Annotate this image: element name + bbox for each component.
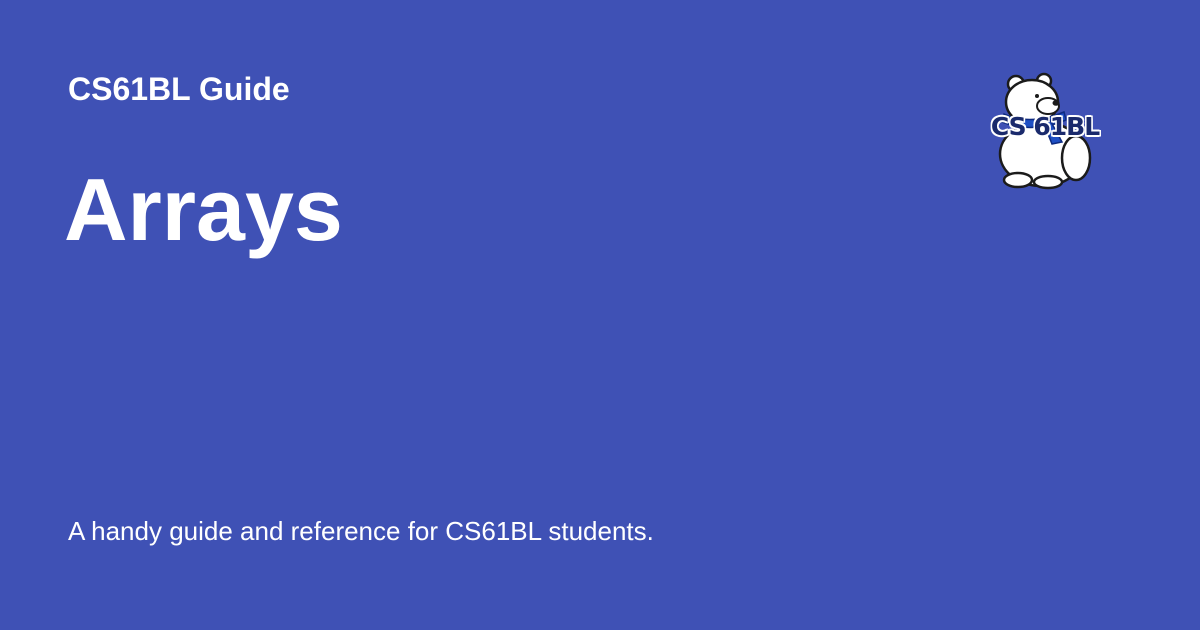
page-title: Arrays — [64, 160, 343, 259]
page-description: A handy guide and reference for CS61BL s… — [68, 516, 654, 546]
logo-lettering: CS 61BL — [990, 112, 1100, 141]
site-title: CS61BL Guide — [68, 71, 290, 107]
polar-bear-logo: CS 61BL — [990, 72, 1100, 190]
